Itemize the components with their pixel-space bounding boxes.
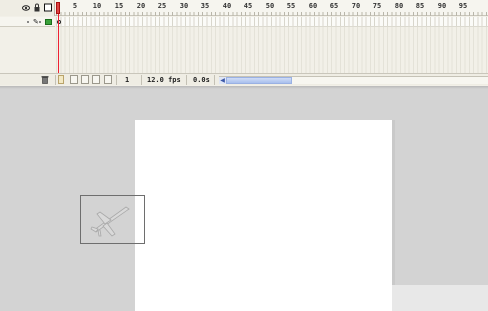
stage-canvas[interactable] [135, 120, 392, 311]
status-separator [55, 75, 56, 85]
ruler-tick: 10 [92, 2, 102, 10]
plane-symbol[interactable] [88, 203, 132, 239]
eye-icon[interactable] [22, 3, 30, 12]
status-separator [214, 75, 215, 85]
ruler-tick: 25 [157, 2, 167, 10]
onion-skin-button[interactable] [70, 75, 78, 84]
frame-rate[interactable]: 12.0 fps [147, 75, 181, 85]
stage-edge-shadow [392, 120, 395, 311]
ruler-tick: 75 [372, 2, 382, 10]
scroll-thumb[interactable] [226, 77, 292, 84]
ruler-tick: 40 [222, 2, 232, 10]
pencil-icon: ✎ [33, 18, 39, 26]
ruler-tick: 90 [437, 2, 447, 10]
ruler-tick: 85 [415, 2, 425, 10]
pasteboard-corner [392, 285, 488, 311]
playhead-line [57, 14, 59, 73]
lock-icon[interactable] [33, 3, 41, 12]
status-separator [186, 75, 187, 85]
ruler-tick: 5 [72, 2, 78, 10]
layer-header [0, 0, 55, 16]
layer-color-box[interactable] [45, 19, 52, 25]
elapsed-time: 0.0s [193, 76, 210, 84]
timeline-status-bar: 1 12.0 fps 0.0s ◀ [0, 73, 488, 85]
ruler-tick: 35 [200, 2, 210, 10]
lock-dot[interactable] [39, 21, 41, 23]
ruler-tick: 45 [243, 2, 253, 10]
ruler-tick: 30 [179, 2, 189, 10]
ruler-tick: 60 [308, 2, 318, 10]
scroll-left-arrow[interactable]: ◀ [219, 77, 226, 84]
current-frame: 1 [125, 76, 130, 84]
ruler-tick: 65 [329, 2, 339, 10]
playhead-handle[interactable] [56, 2, 60, 14]
ruler-tick: 15 [114, 2, 124, 10]
ruler-tick: 80 [394, 2, 404, 10]
plane-icon [90, 206, 130, 237]
outline-icon[interactable] [44, 3, 52, 12]
ruler-tick: 70 [351, 2, 361, 10]
modify-markers-button[interactable] [104, 75, 112, 84]
ruler-tick: 95 [458, 2, 468, 10]
horizontal-scrollbar[interactable]: ◀ [219, 76, 488, 84]
status-separator [141, 75, 142, 85]
layer-row[interactable]: ✎ [0, 17, 55, 27]
center-frame-button[interactable] [58, 75, 64, 84]
frames-area[interactable] [56, 17, 488, 73]
frame-ruler[interactable]: 1 5 10 15 20 25 30 35 40 45 50 55 60 65 … [0, 0, 488, 16]
ruler-tick: 20 [136, 2, 146, 10]
layer-frames-row[interactable] [56, 17, 488, 27]
panel-divider [0, 86, 488, 89]
onion-outline-button[interactable] [81, 75, 89, 84]
edit-multiple-frames-button[interactable] [92, 75, 100, 84]
status-separator [116, 75, 117, 85]
trash-icon[interactable] [41, 75, 49, 84]
ruler-tick: 55 [286, 2, 296, 10]
visibility-dot[interactable] [27, 21, 29, 23]
ruler-tick: 50 [265, 2, 275, 10]
timeline-panel: 1 5 10 15 20 25 30 35 40 45 50 55 60 65 … [0, 0, 488, 86]
playhead[interactable] [56, 0, 60, 73]
